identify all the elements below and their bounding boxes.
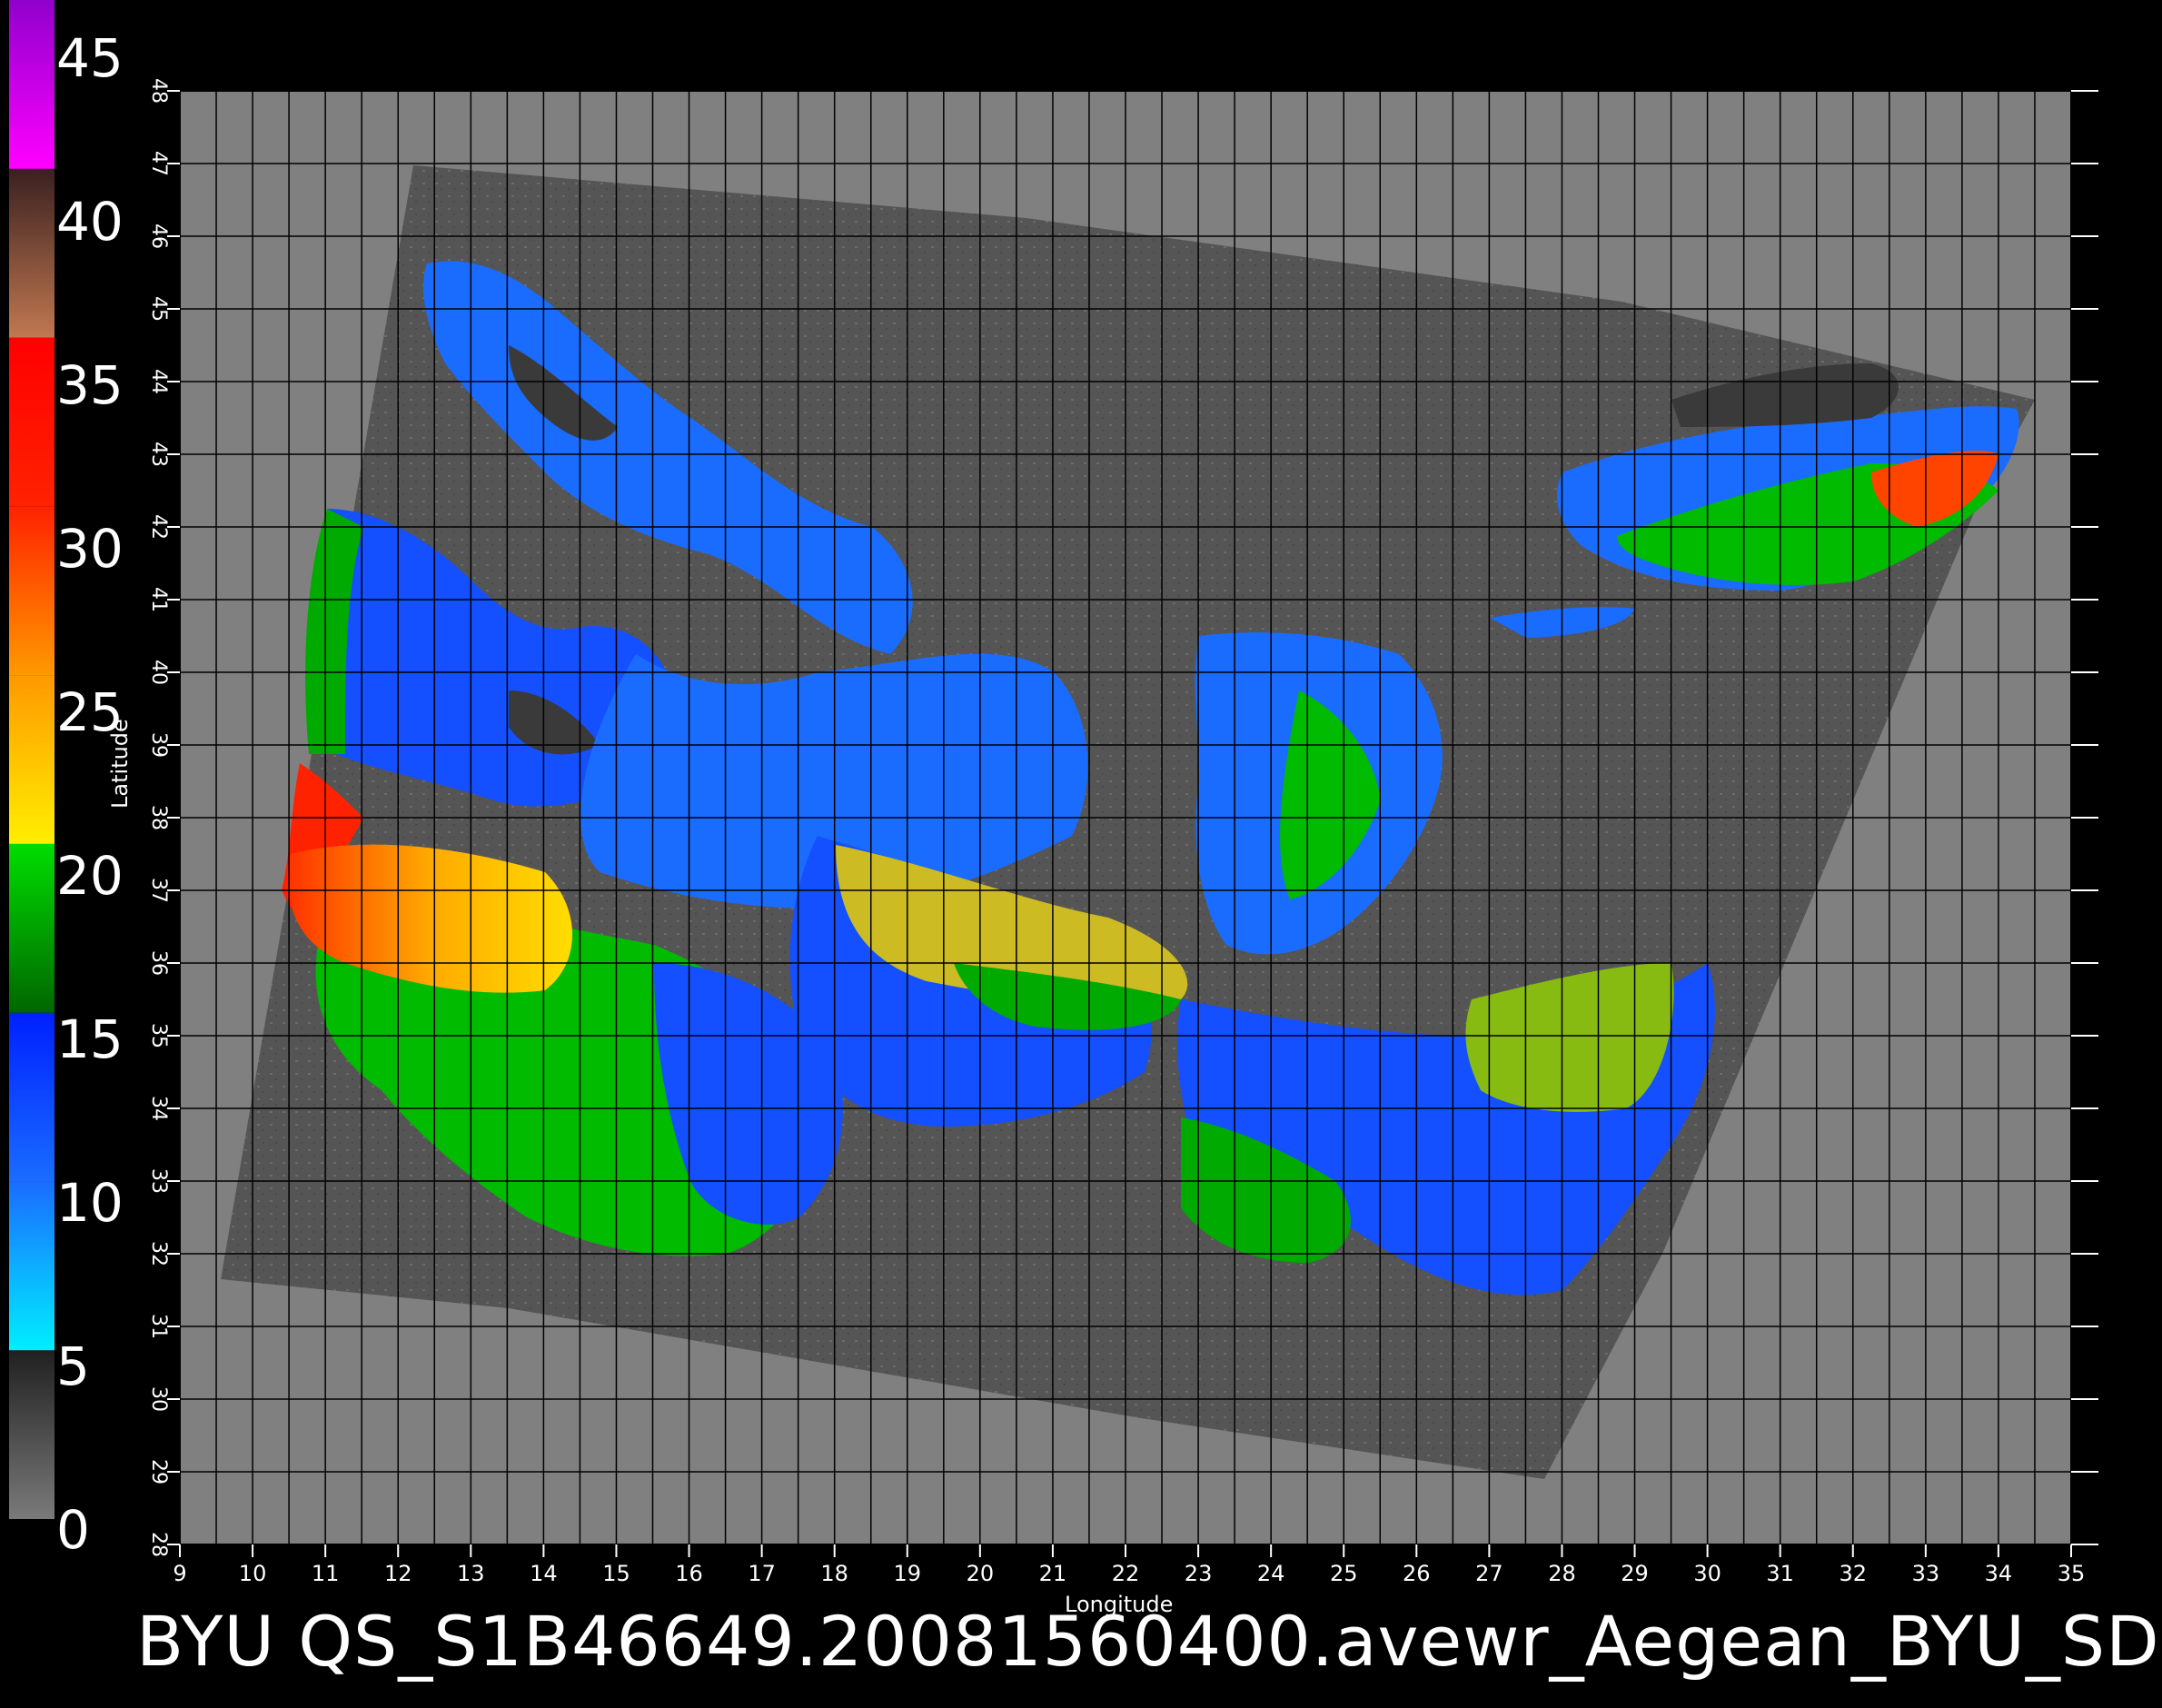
figure-footer-caption: BYU QS_S1B46649.20081560400.avewr_Aegean…: [136, 1601, 2162, 1682]
lat-tick-label: 32: [147, 1241, 170, 1266]
lon-tick-label: 35: [2058, 1561, 2086, 1586]
lon-tick-label: 11: [312, 1561, 340, 1586]
lon-tick-label: 14: [530, 1561, 558, 1586]
colorbar-label-45: 45: [56, 27, 124, 89]
colorbar-label-10: 10: [56, 1172, 124, 1234]
lon-tick-label: 29: [1621, 1561, 1649, 1586]
lat-tick-label: 33: [147, 1168, 170, 1194]
colorbar-label-35: 35: [56, 354, 124, 416]
lat-tick-label: 35: [147, 1023, 170, 1048]
lon-tick-label: 32: [1839, 1561, 1867, 1586]
colorbar-label-5: 5: [56, 1336, 90, 1397]
lon-tick-label: 27: [1475, 1561, 1503, 1586]
lon-tick-label: 10: [239, 1561, 267, 1586]
lon-tick-label: 20: [967, 1561, 995, 1586]
colorbar-band: [9, 1181, 55, 1351]
colorbar-label-0: 0: [56, 1499, 90, 1561]
lon-tick-label: 13: [457, 1561, 485, 1586]
lat-lon-grid: [180, 91, 2071, 1544]
colorbar-label-15: 15: [56, 1008, 124, 1070]
lat-tick-label: 38: [147, 805, 170, 830]
colorbar-band: [9, 506, 55, 676]
longitude-tick-labels: 9 10 11 12 13 14 15 16 17 18 19 20 21 22 23 24 25 26 27 28 2…: [173, 1544, 2085, 1586]
lat-tick-label: 44: [147, 369, 170, 394]
lat-tick-label: 43: [147, 442, 170, 467]
lat-tick-label: 45: [147, 296, 170, 322]
lon-tick-label: 26: [1403, 1561, 1431, 1586]
lat-tick-label: 48: [147, 78, 170, 104]
colorbar-band: [9, 1350, 55, 1519]
lon-tick-label: 25: [1330, 1561, 1358, 1586]
colorbar-band: [9, 1012, 55, 1182]
lat-tick-label: 29: [147, 1459, 170, 1485]
lon-tick-label: 22: [1112, 1561, 1140, 1586]
lon-tick-label: 23: [1185, 1561, 1213, 1586]
lon-tick-label: 16: [675, 1561, 703, 1586]
lon-tick-label: 34: [1985, 1561, 2013, 1586]
colorbar-band: [9, 168, 55, 338]
colorbar-band: [9, 675, 55, 844]
lon-tick-label: 28: [1548, 1561, 1576, 1586]
lon-tick-label: 21: [1039, 1561, 1067, 1586]
lat-tick-label: 42: [147, 514, 170, 540]
lon-tick-label: 33: [1912, 1561, 1940, 1586]
lat-tick-label: 47: [147, 151, 170, 176]
lat-tick-label: 46: [147, 223, 170, 249]
lat-tick-label: 39: [147, 732, 170, 758]
colorbar-band: [9, 337, 55, 507]
colorbar-label-20: 20: [56, 845, 124, 907]
wind-map-figure: 9 10 11 12 13 14 15 16 17 18 19 20 21 22 23 24 25 26 27 28 2…: [9, 0, 2098, 1586]
lat-tick-label: 37: [147, 878, 170, 903]
lat-tick-label: 40: [147, 660, 170, 685]
lon-tick-label: 15: [602, 1561, 630, 1586]
colorbar-label-30: 30: [56, 518, 124, 580]
colorbar-band: [9, 843, 55, 1013]
lat-tick-label: 34: [147, 1096, 170, 1121]
y-axis-label: Latitude: [107, 719, 133, 809]
lat-tick-label: 31: [147, 1314, 170, 1339]
lat-tick-label: 28: [147, 1532, 170, 1557]
colorbar: [9, 0, 55, 1519]
lon-tick-label: 17: [748, 1561, 776, 1586]
lat-tick-label: 30: [147, 1386, 170, 1412]
lon-tick-label: 31: [1766, 1561, 1794, 1586]
lon-tick-label: 12: [384, 1561, 412, 1586]
lat-tick-label: 36: [147, 950, 170, 976]
lon-tick-label: 18: [820, 1561, 848, 1586]
colorbar-label-40: 40: [56, 191, 124, 253]
lon-tick-label: 24: [1257, 1561, 1285, 1586]
lon-tick-label: 9: [173, 1561, 186, 1586]
colorbar-band: [9, 0, 55, 169]
lon-tick-label: 30: [1693, 1561, 1721, 1586]
lat-tick-label: 41: [147, 587, 170, 612]
lon-tick-label: 19: [893, 1561, 921, 1586]
